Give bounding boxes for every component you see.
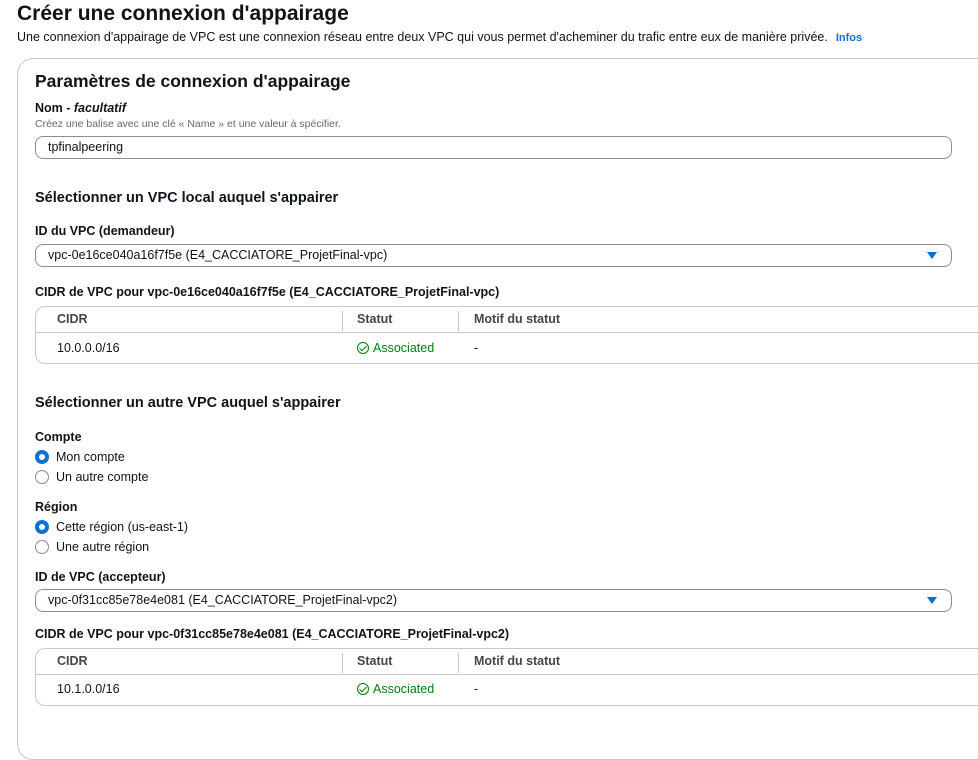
column-header-status: Statut <box>357 312 393 326</box>
table-row: 10.1.0.0/16 Associated - <box>36 681 978 699</box>
radio-icon <box>35 540 49 554</box>
cell-status: Associated <box>357 681 434 697</box>
radio-icon <box>35 520 49 534</box>
name-description: Créez une balise avec une clé « Name » e… <box>35 118 341 130</box>
table-header: CIDR Statut Motif du statut <box>36 311 978 331</box>
peer-cidr-title: CIDR de VPC pour vpc-0f31cc85e78e4e081 (… <box>35 627 510 641</box>
name-input[interactable]: tpfinalpeering <box>35 136 952 159</box>
cell-reason: - <box>474 341 479 355</box>
radio-label: Une autre région <box>56 540 150 554</box>
cell-cidr: 10.0.0.0/16 <box>57 341 120 355</box>
settings-title: Paramètres de connexion d'appairage <box>35 71 351 91</box>
radio-label: Cette région (us-east-1) <box>56 520 189 534</box>
radio-other-region[interactable]: Une autre région <box>35 539 149 555</box>
name-label: Nom - facultatif <box>35 100 126 116</box>
info-link[interactable]: Infos <box>836 32 862 44</box>
check-circle-icon <box>357 342 369 354</box>
radio-icon <box>35 470 49 484</box>
cell-status: Associated <box>357 340 434 356</box>
status-text: Associated <box>373 682 435 696</box>
page-description: Une connexion d'appairage de VPC est une… <box>17 29 862 46</box>
accepter-vpc-label: ID de VPC (accepteur) <box>35 570 166 584</box>
caret-down-icon <box>927 252 937 259</box>
radio-my-account[interactable]: Mon compte <box>35 449 125 465</box>
column-header-reason: Motif du statut <box>474 312 561 326</box>
region-label: Région <box>35 500 78 514</box>
radio-icon <box>35 450 49 464</box>
name-label-text: Nom - <box>35 101 74 115</box>
local-cidr-table: CIDR Statut Motif du statut 10.0.0.0/16 … <box>35 306 978 364</box>
column-divider <box>458 653 459 673</box>
column-divider <box>342 653 343 673</box>
settings-container: Paramètres de connexion d'appairage Nom … <box>17 58 978 760</box>
peer-vpc-title: Sélectionner un autre VPC auquel s'appai… <box>35 395 341 411</box>
local-cidr-title: CIDR de VPC pour vpc-0e16ce040a16f7f5e (… <box>35 285 500 299</box>
column-header-status: Statut <box>357 654 393 668</box>
name-optional: facultatif <box>73 101 126 115</box>
requester-vpc-value: vpc-0e16ce040a16f7f5e (E4_CACCIATORE_Pro… <box>48 248 388 262</box>
status-text: Associated <box>373 341 435 355</box>
column-divider <box>458 311 459 331</box>
header-divider <box>36 332 978 333</box>
peer-cidr-table: CIDR Statut Motif du statut 10.1.0.0/16 … <box>35 648 978 706</box>
radio-label: Un autre compte <box>56 470 149 484</box>
table-row: 10.0.0.0/16 Associated - <box>36 340 978 358</box>
column-header-cidr: CIDR <box>57 312 88 326</box>
caret-down-icon <box>927 597 937 604</box>
accepter-vpc-value: vpc-0f31cc85e78e4e081 (E4_CACCIATORE_Pro… <box>48 593 398 607</box>
column-divider <box>342 311 343 331</box>
requester-vpc-label: ID du VPC (demandeur) <box>35 224 175 238</box>
header-divider <box>36 674 978 675</box>
page-description-text: Une connexion d'appairage de VPC est une… <box>17 30 828 44</box>
account-label: Compte <box>35 430 82 444</box>
radio-this-region[interactable]: Cette région (us-east-1) <box>35 519 188 535</box>
local-vpc-title: Sélectionner un VPC local auquel s'appai… <box>35 190 339 206</box>
accepter-vpc-select[interactable]: vpc-0f31cc85e78e4e081 (E4_CACCIATORE_Pro… <box>35 589 952 612</box>
column-header-reason: Motif du statut <box>474 654 561 668</box>
requester-vpc-select[interactable]: vpc-0e16ce040a16f7f5e (E4_CACCIATORE_Pro… <box>35 244 952 267</box>
column-header-cidr: CIDR <box>57 654 88 668</box>
table-header: CIDR Statut Motif du statut <box>36 653 978 673</box>
page-title: Créer une connexion d'appairage <box>17 2 349 25</box>
cell-reason: - <box>474 682 479 696</box>
cell-cidr: 10.1.0.0/16 <box>57 682 120 696</box>
radio-other-account[interactable]: Un autre compte <box>35 469 148 485</box>
radio-label: Mon compte <box>56 450 125 464</box>
check-circle-icon <box>357 683 369 695</box>
